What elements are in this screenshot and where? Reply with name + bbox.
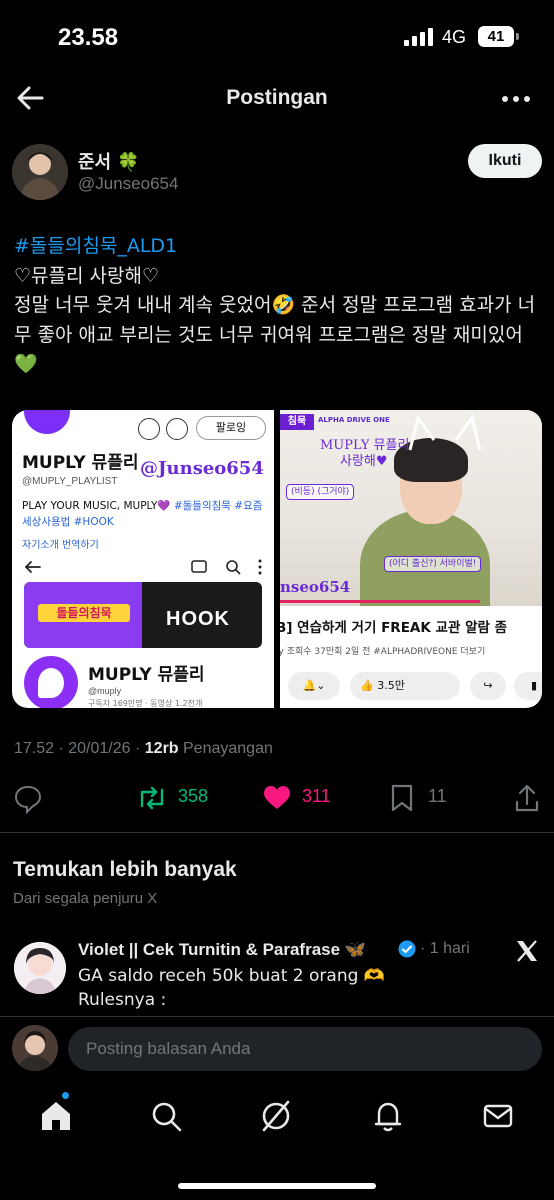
video-title: B] 연습하게 거기 FREAK 교관 알람 좀 <box>280 620 508 636</box>
retweet-icon[interactable] <box>136 782 168 814</box>
more-options-icon[interactable] <box>502 94 532 104</box>
reply-bar <box>0 1016 554 1080</box>
discover-title: Temukan lebih banyak <box>13 858 237 881</box>
post-meta: 17.52 · 20/01/26 · 12rb Penayangan <box>14 740 273 757</box>
post-line: ♡뮤플리 사랑해♡ <box>14 264 159 287</box>
reply-input[interactable] <box>68 1027 542 1071</box>
post-actions: 358 311 11 <box>0 776 554 820</box>
channel-handle-2: @muply <box>88 686 122 696</box>
media-image-2[interactable]: 침묵 ALPHA DRIVE ONE MUPLY 뮤플리 사랑해♥ (비등) (그… <box>280 410 542 708</box>
x-logo-icon <box>514 938 540 964</box>
notification-dot <box>62 1092 69 1099</box>
author-avatar[interactable] <box>12 144 68 200</box>
post-line: 정말 너무 웃겨 내내 계속 웃었어🤣 준서 정말 프로그램 효과가 너무 좋아… <box>14 294 536 375</box>
feed-post[interactable]: Violet || Cek Turnitin & Parafrase 🦋 · 1… <box>0 934 554 1016</box>
bell-icon[interactable] <box>370 1098 406 1134</box>
bookmark-icon[interactable] <box>390 782 414 814</box>
author-name[interactable]: 준서 🍀 <box>78 148 140 174</box>
bell-icon <box>166 418 188 440</box>
video-thumbnail: 침묵 ALPHA DRIVE ONE MUPLY 뮤플리 사랑해♥ (비등) (그… <box>280 410 542 606</box>
page-title: Postingan <box>226 86 328 109</box>
feed-text: GA saldo receh 50k buat 2 orang 🫶 Rulesn… <box>78 966 385 1016</box>
video-like-pill: 👍 3.5만 <box>350 672 460 700</box>
feed-author-name[interactable]: Violet || Cek Turnitin & Parafrase 🦋 <box>78 940 366 960</box>
views-count: 12rb <box>144 740 179 757</box>
following-button: 팔로잉 <box>196 416 266 440</box>
home-indicator <box>178 1183 376 1189</box>
bookmark-count: 11 <box>428 786 447 806</box>
author-handle[interactable]: @Junseo654 <box>78 174 178 194</box>
mail-icon[interactable] <box>480 1098 516 1134</box>
video-share-icon: ↪ <box>470 672 506 700</box>
discover-subtitle: Dari segala penjuru X <box>13 890 158 907</box>
channel-desc: PLAY YOUR MUSIC, MUPLY💜 #돌들의침묵 #요즘세상사용법 … <box>22 500 263 528</box>
status-time: 23.58 <box>58 24 119 51</box>
watermark-text: @Junseo654 <box>140 458 264 479</box>
like-heart-icon[interactable] <box>262 782 292 814</box>
reply-icon[interactable] <box>14 782 42 815</box>
divider <box>0 832 554 833</box>
verified-badge-icon <box>398 940 416 958</box>
share-icon[interactable] <box>514 782 540 814</box>
muply-avatar <box>24 656 78 708</box>
channel-name: MUPLY 뮤플리 <box>88 665 205 685</box>
video-actions: 🔔⌄ 👍 3.5만 ↪ ▮ <box>288 672 542 700</box>
channel-title: MUPLY 뮤플리 <box>22 453 139 473</box>
media-image-1[interactable]: 팔로잉 MUPLY 뮤플리 @Junseo654 @MUPLY_PLAYLIST… <box>12 410 274 708</box>
grok-icon[interactable] <box>258 1098 294 1134</box>
my-avatar <box>12 1025 58 1071</box>
channel-handle: @MUPLY_PLAYLIST <box>22 476 118 487</box>
like-count: 311 <box>302 786 331 806</box>
mail-icon <box>138 418 160 440</box>
status-bar: 23.58 4G 41 <box>0 0 554 70</box>
top-header: Postingan <box>0 72 554 128</box>
notify-bell-icon: 🔔⌄ <box>288 672 340 700</box>
video-save-icon: ▮ <box>514 672 542 700</box>
retweet-count: 358 <box>178 786 209 806</box>
home-icon[interactable] <box>38 1098 74 1134</box>
post-author: 준서 🍀 @Junseo654 Ikuti <box>12 144 542 204</box>
muply-avatar-top <box>24 410 70 434</box>
follow-button[interactable]: Ikuti <box>468 144 542 178</box>
app-toolbar <box>22 556 266 578</box>
translate-link: 자기소개 번역하기 <box>22 540 99 551</box>
signal-icon <box>404 28 434 46</box>
network-type: 4G <box>442 27 467 47</box>
bottom-nav <box>0 1088 554 1148</box>
post-media: 팔로잉 MUPLY 뮤플리 @Junseo654 @MUPLY_PLAYLIST… <box>12 410 542 708</box>
post-hashtag[interactable]: #돌들의침묵_ALD1 <box>14 235 177 257</box>
battery-icon: 41 <box>478 26 519 47</box>
channel-stats: 구독자 169만명 · 동영상 1.2천개 <box>88 699 203 708</box>
feed-avatar[interactable] <box>14 942 66 994</box>
feed-time: · 1 hari <box>420 940 470 957</box>
video-meta: ly 조회수 37만회 2일 전 #ALPHADRIVEONE 더보기 <box>280 647 486 657</box>
channel-banner: 돌들의침묵 HOOK <box>24 582 262 648</box>
post-body: #돌들의침묵_ALD1 ♡뮤플리 사랑해♡ 정말 너무 웃겨 내내 계속 웃었어… <box>14 232 544 380</box>
search-icon[interactable] <box>148 1098 184 1134</box>
